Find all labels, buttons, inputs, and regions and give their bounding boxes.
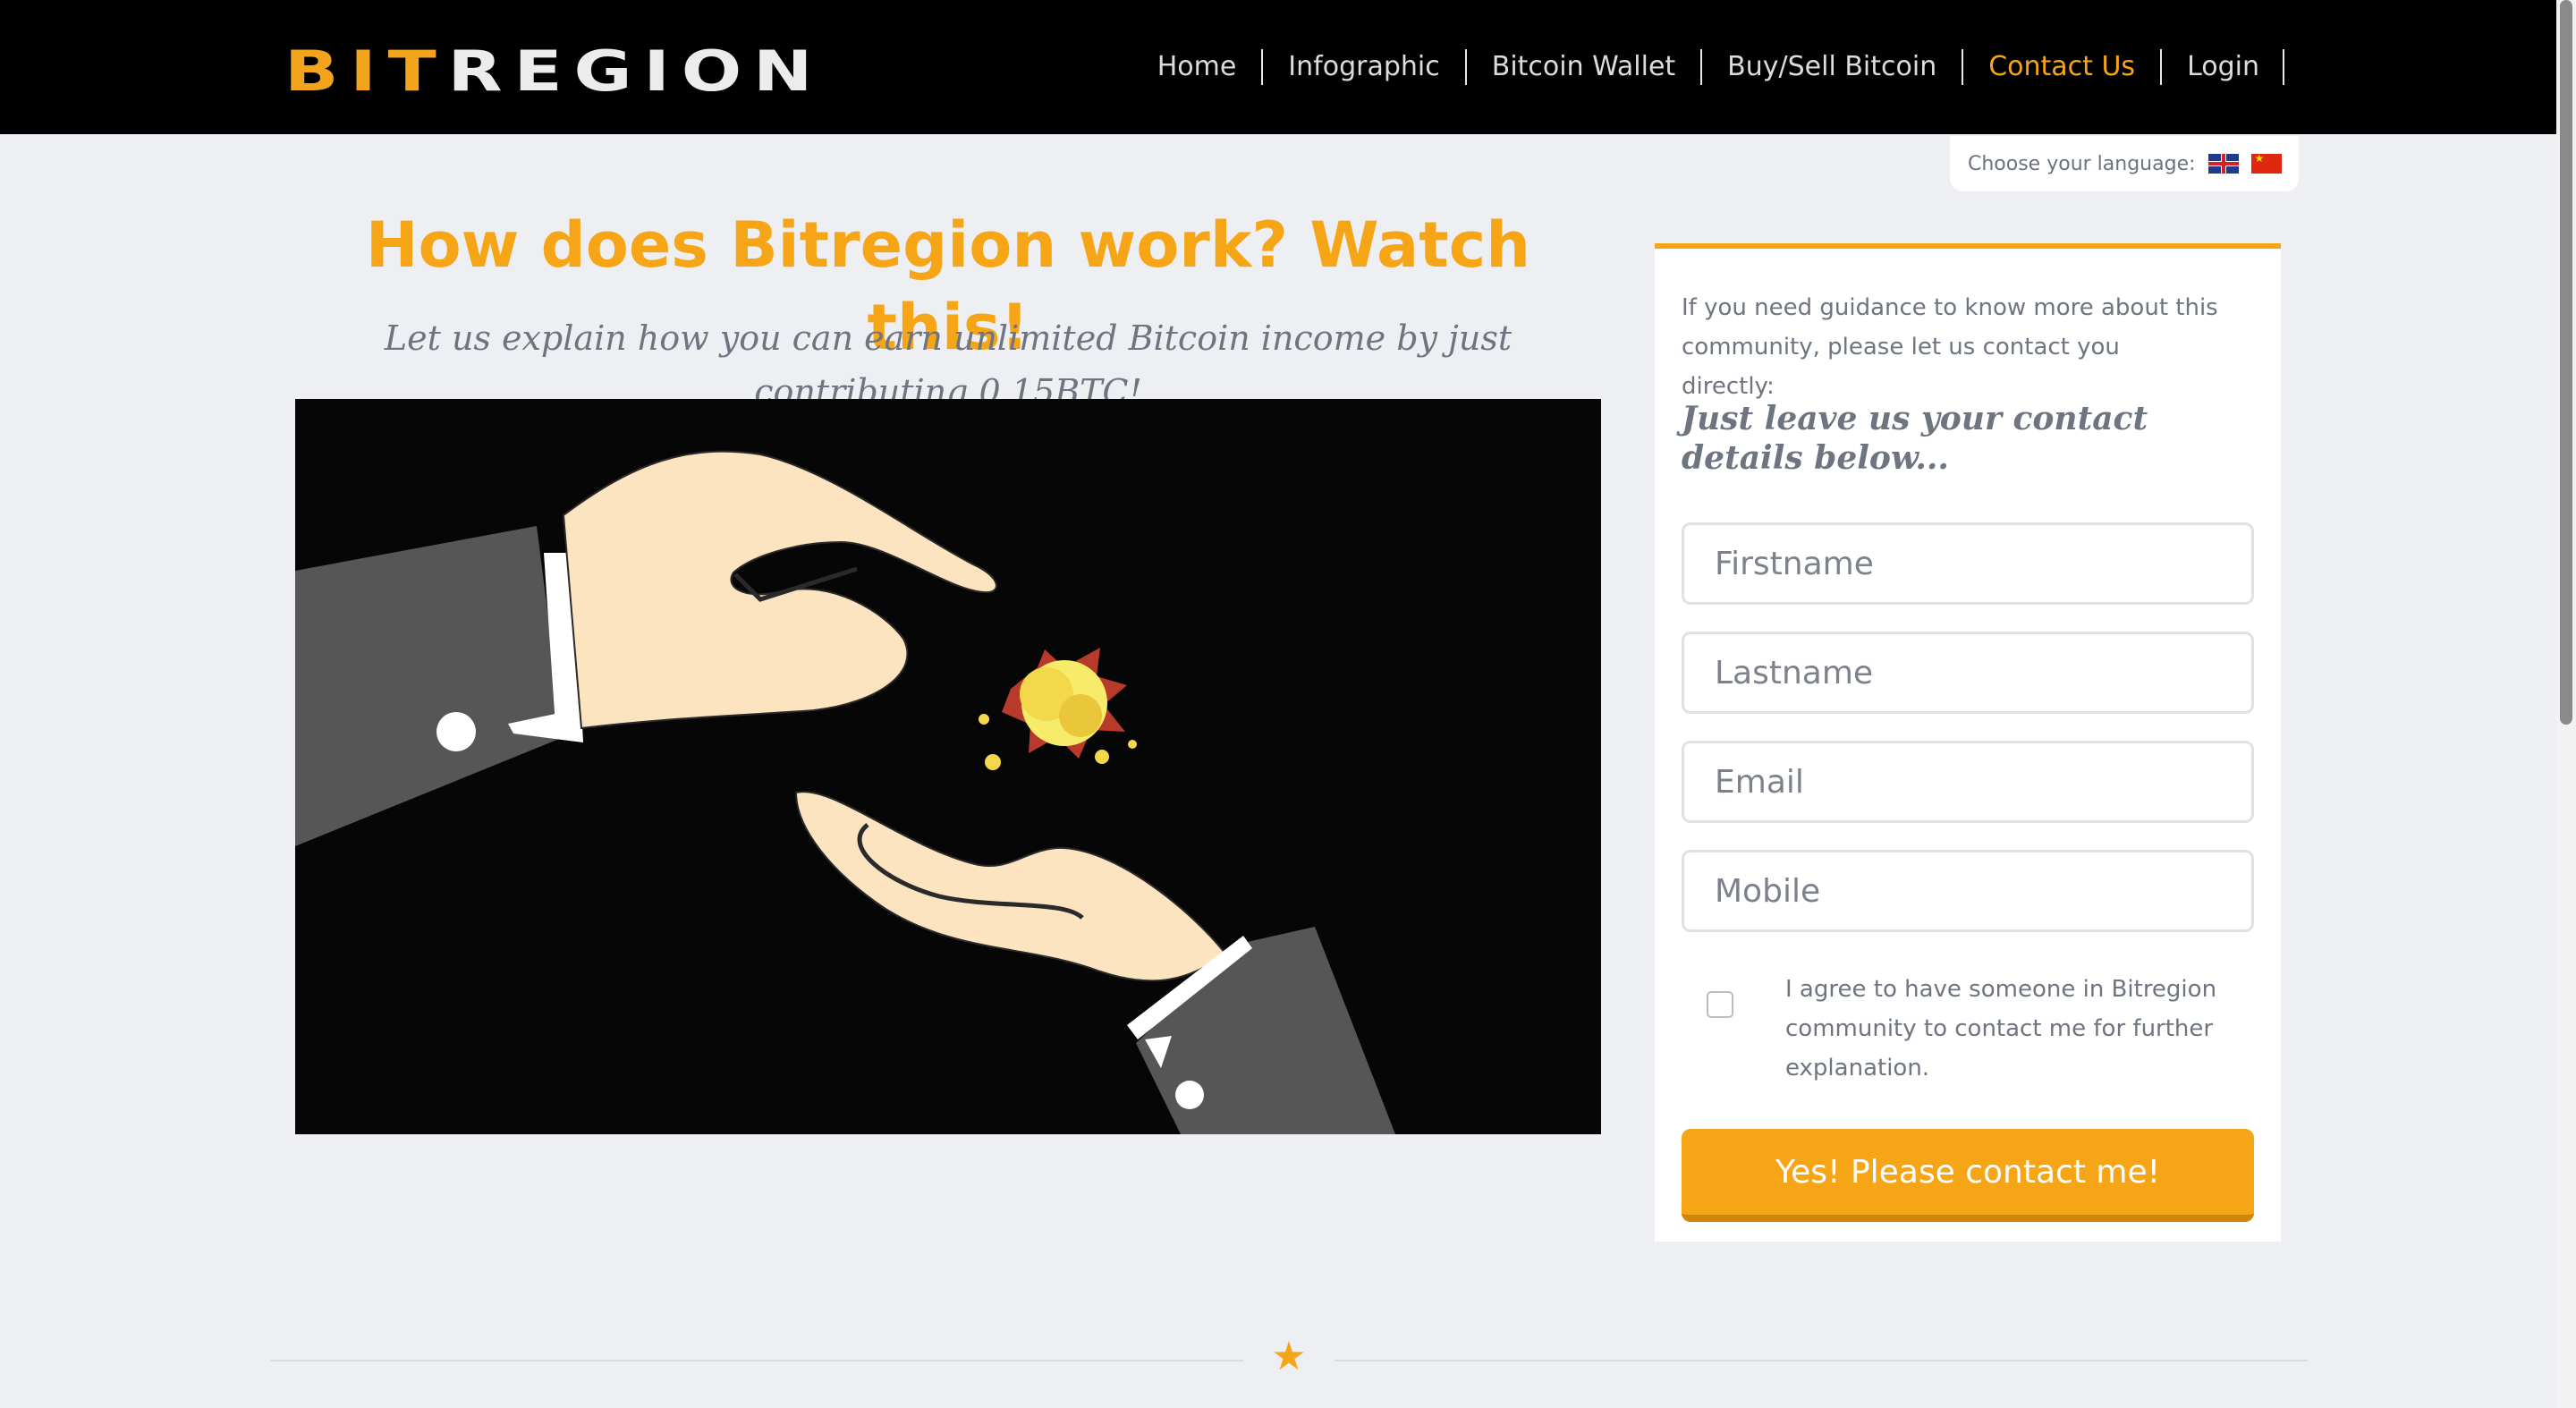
email-field[interactable] (1682, 741, 2254, 823)
nav-login[interactable]: Login (2162, 49, 2284, 85)
form-cta-text: Just leave us your contact details below… (1682, 400, 2148, 477)
nav-contact-us[interactable]: Contact Us (1963, 49, 2163, 85)
main-nav: Home Infographic Bitcoin Wallet Buy/Sell… (1132, 45, 2284, 89)
nav-infographic[interactable]: Infographic (1263, 49, 1467, 85)
divider-line-left (270, 1360, 1243, 1361)
video-thumbnail-hands-explosion-icon (295, 450, 1395, 1134)
uk-flag-icon[interactable] (2207, 154, 2239, 174)
nav-buy-sell-bitcoin[interactable]: Buy/Sell Bitcoin (1702, 49, 1964, 85)
logo-region-text: REGION (447, 38, 825, 104)
nav-bitcoin-wallet[interactable]: Bitcoin Wallet (1467, 49, 1703, 85)
contact-form: If you need guidance to know more about … (1655, 243, 2281, 1242)
divider-line-right (1335, 1360, 2308, 1361)
language-chooser: Choose your language: (1950, 136, 2299, 191)
top-navbar: BIT REGION Home Infographic Bitcoin Walle… (0, 0, 2576, 134)
firstname-field[interactable] (1682, 522, 2254, 605)
language-label: Choose your language: (1968, 152, 2196, 175)
china-flag-icon[interactable] (2250, 152, 2282, 174)
star-icon: ★ (1271, 1334, 1307, 1379)
consent-checkbox[interactable] (1707, 991, 1733, 1018)
consent-label: I agree to have someone in Bitregion com… (1785, 976, 2217, 1081)
form-intro-text: If you need guidance to know more about … (1682, 294, 2218, 400)
explainer-video[interactable] (295, 399, 1601, 1134)
logo-bit-text: BIT (284, 38, 448, 104)
lastname-field[interactable] (1682, 632, 2254, 714)
mobile-field[interactable] (1682, 850, 2254, 932)
nav-home[interactable]: Home (1132, 49, 1264, 85)
submit-contact-button[interactable]: Yes! Please contact me! (1682, 1129, 2254, 1222)
scrollbar-thumb[interactable] (2560, 0, 2572, 725)
bitregion-logo[interactable]: BIT REGION (284, 38, 825, 104)
